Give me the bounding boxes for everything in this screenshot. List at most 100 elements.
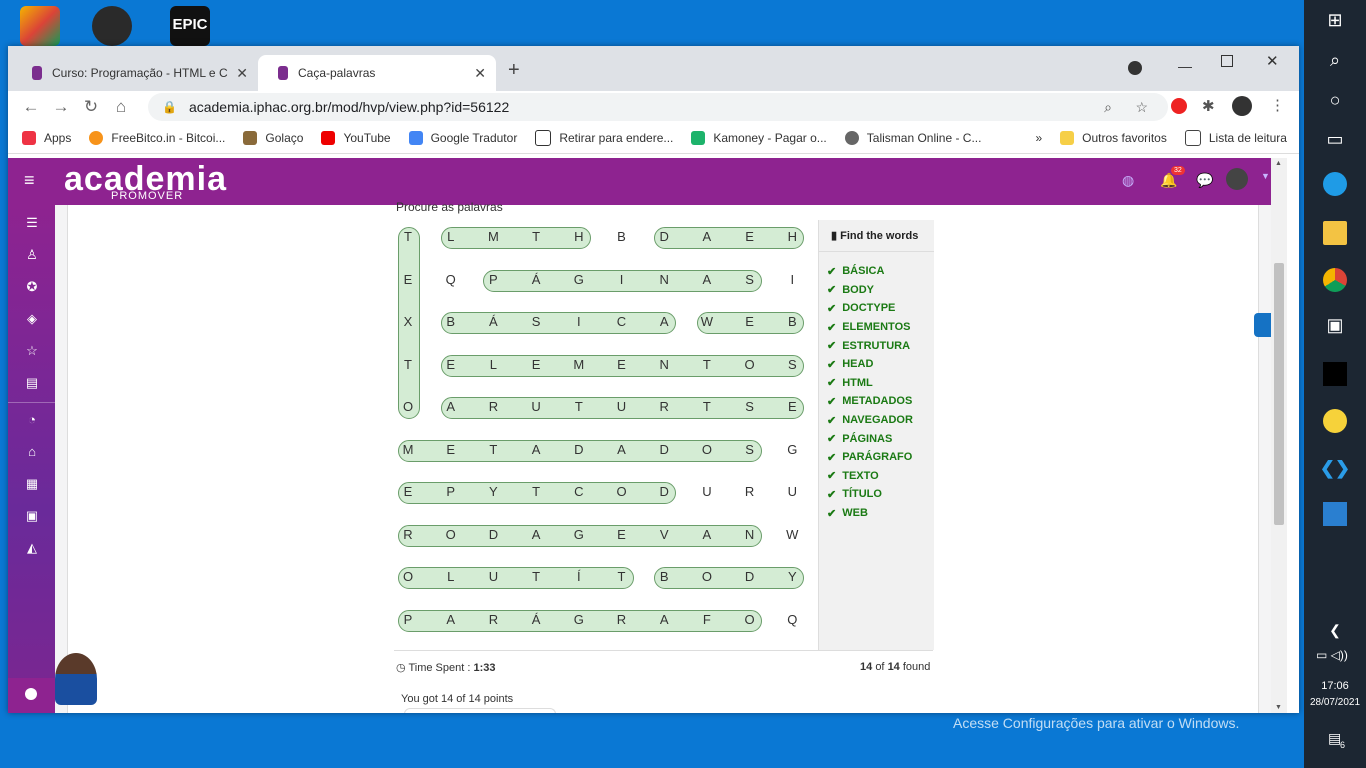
grid-letter[interactable]: A: [654, 612, 674, 627]
grid-letter[interactable]: U: [697, 485, 717, 499]
grid-letter[interactable]: E: [740, 315, 760, 329]
tab-course[interactable]: Curso: Programação - HTML e CS ✕: [12, 55, 258, 91]
new-tab-button[interactable]: +: [508, 59, 520, 82]
grid-letter[interactable]: R: [740, 485, 760, 499]
grid-letter[interactable]: T: [569, 400, 589, 414]
grid-letter[interactable]: T: [398, 230, 418, 244]
grid-letter[interactable]: R: [483, 400, 503, 414]
calendar-icon[interactable]: ▦: [24, 477, 40, 491]
grid-letter[interactable]: I: [569, 315, 589, 329]
grid-letter[interactable]: E: [398, 485, 418, 499]
grid-letter[interactable]: A: [526, 442, 546, 457]
wordsearch-grid[interactable]: T L M T H B D A E H E Q P Á G I N A S I X B Á S I C A W E B T E L E M E N T O S…: [394, 220, 818, 650]
grid-letter[interactable]: Í: [569, 570, 589, 584]
star-icon[interactable]: ☆: [24, 344, 40, 358]
forward-button[interactable]: →: [46, 97, 76, 117]
bookmark-golaco[interactable]: Golaço: [243, 131, 303, 145]
grid-letter[interactable]: E: [612, 527, 632, 542]
grid-letter[interactable]: S: [526, 315, 546, 329]
grid-letter[interactable]: T: [526, 230, 546, 244]
grid-letter[interactable]: G: [569, 272, 589, 287]
grid-letter[interactable]: L: [441, 230, 461, 244]
grid-letter[interactable]: N: [654, 357, 674, 372]
task-view-icon[interactable]: ▭: [1323, 127, 1347, 151]
clock-date[interactable]: 28/07/2021: [1304, 697, 1366, 708]
profile-avatar[interactable]: [1232, 96, 1252, 116]
grid-letter[interactable]: M: [483, 230, 503, 244]
grid-letter[interactable]: E: [441, 442, 461, 457]
grid-letter[interactable]: H: [782, 230, 802, 244]
grid-letter[interactable]: E: [398, 272, 418, 287]
windows-start-icon[interactable]: ⊞: [1323, 8, 1347, 32]
back-button[interactable]: ←: [16, 97, 46, 117]
grid-letter[interactable]: R: [654, 400, 674, 414]
grid-letter[interactable]: E: [612, 357, 632, 372]
grid-letter[interactable]: O: [697, 442, 717, 457]
terminal-icon[interactable]: [1323, 362, 1347, 386]
reload-button[interactable]: ↻: [76, 97, 106, 117]
grid-letter[interactable]: D: [654, 485, 674, 499]
grid-letter[interactable]: B: [654, 570, 674, 584]
grid-letter[interactable]: P: [398, 612, 418, 627]
bookmark-freebitco[interactable]: FreeBitco.in - Bitcoi...: [89, 131, 225, 145]
language-globe-icon[interactable]: ◍: [1122, 172, 1134, 189]
graduation-icon[interactable]: ◭: [24, 541, 40, 555]
grid-letter[interactable]: U: [526, 400, 546, 414]
grid-letter[interactable]: O: [398, 400, 418, 414]
grid-letter[interactable]: U: [483, 570, 503, 584]
grid-letter[interactable]: D: [483, 527, 503, 542]
grid-letter[interactable]: D: [654, 230, 674, 244]
grid-letter[interactable]: C: [612, 315, 632, 329]
other-favorites[interactable]: Outros favoritos: [1060, 131, 1167, 145]
grid-letter[interactable]: A: [441, 612, 461, 627]
file-explorer-icon[interactable]: [1323, 221, 1347, 245]
grid-letter[interactable]: S: [740, 442, 760, 457]
grid-letter[interactable]: V: [654, 527, 674, 542]
grid-letter[interactable]: B: [782, 315, 802, 329]
users-icon[interactable]: ♙: [24, 248, 40, 262]
bookmark-apps[interactable]: Apps: [22, 131, 71, 145]
grid-letter[interactable]: O: [441, 527, 461, 542]
menu-icon[interactable]: ⋮: [1270, 96, 1285, 114]
bookmark-btc[interactable]: Retirar para endere...: [535, 130, 673, 146]
adblock-icon[interactable]: [1171, 98, 1187, 114]
close-icon[interactable]: ✕: [474, 65, 486, 82]
grid-letter[interactable]: L: [483, 357, 503, 372]
bookmark-translate[interactable]: Google Tradutor: [408, 131, 517, 145]
grid-letter[interactable]: A: [697, 527, 717, 542]
bookmark-star-icon[interactable]: ☆: [1135, 99, 1148, 116]
grid-letter[interactable]: E: [441, 357, 461, 372]
grid-letter[interactable]: E: [782, 400, 802, 414]
grid-letter[interactable]: A: [441, 400, 461, 414]
grid-letter[interactable]: H: [569, 230, 589, 244]
hamburger-icon[interactable]: ≡: [24, 170, 35, 191]
grid-letter[interactable]: S: [782, 357, 802, 372]
grid-letter[interactable]: T: [697, 400, 717, 414]
bookmark-talisman[interactable]: Talisman Online - C...: [844, 131, 981, 145]
grid-letter[interactable]: R: [483, 612, 503, 627]
layers-icon[interactable]: ◈: [24, 312, 40, 326]
grid-letter[interactable]: F: [697, 612, 717, 627]
zoom-icon[interactable]: ⌕: [1104, 99, 1112, 116]
list-icon[interactable]: ☰: [24, 216, 40, 230]
grid-letter[interactable]: E: [526, 357, 546, 372]
grid-letter[interactable]: T: [612, 570, 632, 584]
bookmark-youtube[interactable]: YouTube: [321, 131, 391, 145]
minimize-button[interactable]: —: [1178, 58, 1192, 74]
grid-letter[interactable]: Y: [782, 570, 802, 584]
tab-search-icon[interactable]: [1128, 61, 1142, 75]
grid-letter[interactable]: R: [612, 612, 632, 627]
search-icon[interactable]: ⌕: [1323, 48, 1347, 72]
grid-letter[interactable]: A: [526, 527, 546, 542]
grid-letter[interactable]: O: [612, 485, 632, 499]
epic-games-icon[interactable]: EPIC: [170, 6, 210, 46]
maximize-button[interactable]: [1221, 55, 1233, 67]
grid-letter[interactable]: U: [612, 400, 632, 414]
grid-letter[interactable]: B: [441, 315, 461, 329]
grid-letter[interactable]: N: [654, 272, 674, 287]
tab-wordsearch[interactable]: Caça-palavras ✕: [258, 55, 496, 91]
grid-letter[interactable]: M: [569, 357, 589, 372]
book-icon[interactable]: ▤: [24, 376, 40, 390]
address-bar[interactable]: 🔒 academia.iphac.org.br/mod/hvp/view.php…: [148, 93, 1168, 121]
grid-letter[interactable]: T: [697, 357, 717, 372]
